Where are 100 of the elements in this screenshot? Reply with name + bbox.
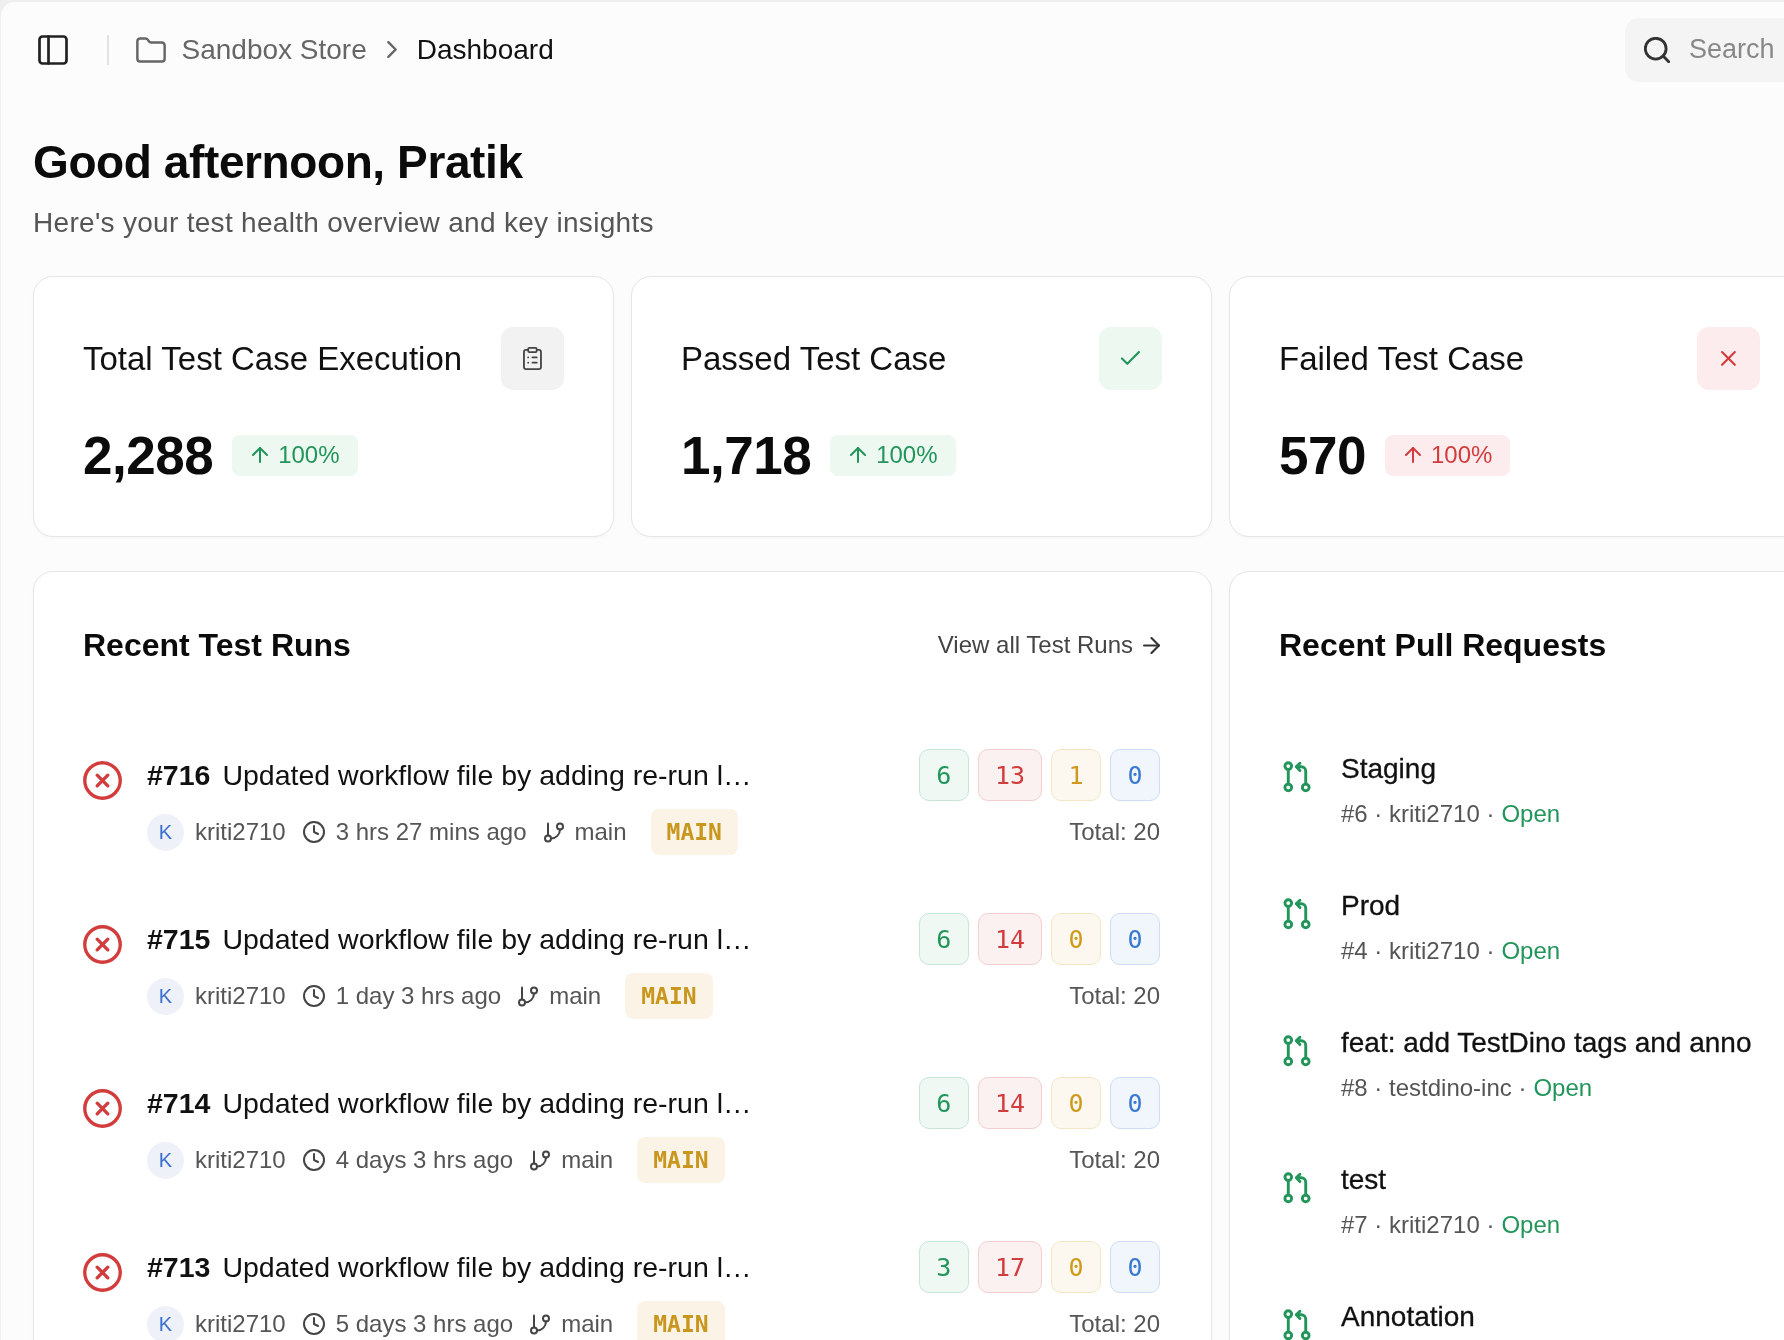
run-time: 3 hrs 27 mins ago <box>335 818 527 846</box>
environment-tag: MAIN <box>637 1137 725 1183</box>
count-badge: 0 <box>1051 913 1101 965</box>
run-title[interactable]: Updated workflow file by adding re-run l… <box>222 758 752 792</box>
count-badge: 6 <box>918 913 969 965</box>
pr-details: #6 · kriti2710 · <box>1341 799 1495 829</box>
author-name: kriti2710 <box>195 1146 286 1174</box>
change-percent: 100% <box>278 441 340 469</box>
arrow-right-icon <box>1143 636 1160 654</box>
stat-value: 570 <box>1279 424 1366 486</box>
clock-icon <box>302 1149 325 1171</box>
pr-details: #4 · kriti2710 · <box>1341 936 1495 966</box>
environment-tag: MAIN <box>650 809 738 855</box>
user-avatar: K <box>147 1141 184 1179</box>
branch-name: main <box>561 1146 614 1174</box>
pull-request-icon <box>1282 761 1312 793</box>
count-badge: 17 <box>977 1241 1042 1293</box>
count-badge: 0 <box>1051 1077 1101 1129</box>
branch-name: main <box>561 1310 614 1338</box>
change-percent: 100% <box>1430 441 1493 469</box>
search-field[interactable]: Search <box>1625 17 1784 82</box>
check-icon <box>1099 327 1162 390</box>
clipboard-icon <box>501 327 564 390</box>
count-badge: 6 <box>918 749 969 801</box>
run-total: Total: 20 <box>1069 982 1160 1010</box>
count-badge: 13 <box>977 749 1042 801</box>
pr-title[interactable]: Staging <box>1341 752 1784 786</box>
count-badge: 0 <box>1110 913 1160 965</box>
user-avatar: K <box>147 1305 184 1340</box>
run-title[interactable]: Updated workflow file by adding re-run l… <box>222 1086 752 1120</box>
count-badge: 1 <box>1051 749 1101 801</box>
branch-name: main <box>549 982 602 1010</box>
run-total: Total: 20 <box>1069 1146 1160 1174</box>
panel-title: Recent Test Runs <box>83 626 351 664</box>
run-total: Total: 20 <box>1069 1310 1160 1338</box>
pr-status: Open <box>1533 1073 1593 1103</box>
run-total: Total: 20 <box>1069 818 1160 846</box>
pr-status: Open <box>1501 799 1561 829</box>
clock-icon <box>302 1313 325 1335</box>
pull-request-icon <box>1282 898 1312 930</box>
git-branch-icon <box>530 1313 551 1335</box>
count-badge: 6 <box>918 1077 969 1129</box>
branch-name: main <box>574 818 627 846</box>
sidebar-icon <box>38 34 68 65</box>
folder-icon <box>135 36 166 63</box>
environment-tag: MAIN <box>625 973 713 1019</box>
count-badge: 0 <box>1051 1241 1101 1293</box>
view-all-link[interactable]: View all Test Runs <box>937 631 1160 659</box>
run-number[interactable]: #714 <box>147 1086 211 1120</box>
stat-value: 1,718 <box>681 424 812 486</box>
greeting-subtitle: Here's your test health overview and key insights <box>33 206 655 240</box>
pr-title[interactable]: Prod <box>1341 889 1784 923</box>
git-branch-icon <box>530 1149 551 1171</box>
pr-details: #8 · testdino-inc · <box>1341 1073 1527 1103</box>
search-icon <box>1644 36 1670 63</box>
count-badge: 0 <box>1110 1241 1160 1293</box>
count-badge: 14 <box>977 1077 1042 1129</box>
pr-title[interactable]: feat: add TestDino tags and anno <box>1341 1026 1784 1060</box>
pr-status: Open <box>1501 936 1561 966</box>
pr-status: Open <box>1501 1210 1561 1240</box>
pr-title[interactable]: test <box>1341 1163 1784 1197</box>
user-avatar: K <box>147 977 184 1015</box>
stat-title: Total Test Case Execution <box>83 339 463 378</box>
stat-value: 2,288 <box>83 424 214 486</box>
pull-request-icon <box>1282 1172 1312 1204</box>
pr-title[interactable]: Annotation <box>1341 1300 1784 1334</box>
clock-icon <box>302 985 325 1007</box>
git-branch-icon <box>543 821 564 843</box>
author-name: kriti2710 <box>195 818 286 846</box>
count-badge: 3 <box>918 1241 969 1293</box>
git-branch-icon <box>518 985 539 1007</box>
environment-tag: MAIN <box>637 1301 725 1340</box>
pull-request-icon <box>1282 1309 1312 1340</box>
author-name: kriti2710 <box>195 982 286 1010</box>
run-time: 5 days 3 hrs ago <box>335 1310 514 1338</box>
close-icon <box>1697 327 1760 390</box>
pull-request-icon <box>1282 1035 1312 1067</box>
run-time: 4 days 3 hrs ago <box>335 1146 514 1174</box>
breadcrumb-item: Dashboard <box>416 33 554 66</box>
user-avatar: K <box>147 813 184 851</box>
greeting-title: Good afternoon, Pratik <box>33 135 524 190</box>
change-percent: 100% <box>876 441 938 469</box>
sidebar-toggle-button[interactable] <box>38 34 68 65</box>
run-title[interactable]: Updated workflow file by adding re-run l… <box>222 1250 752 1284</box>
stat-title: Failed Test Case <box>1279 339 1525 378</box>
clock-icon <box>302 821 325 843</box>
count-badge: 0 <box>1110 1077 1160 1129</box>
count-badge: 14 <box>977 913 1042 965</box>
run-title[interactable]: Updated workflow file by adding re-run l… <box>222 922 752 956</box>
run-time: 1 day 3 hrs ago <box>335 982 502 1010</box>
pr-details: #7 · kriti2710 · <box>1341 1210 1495 1240</box>
stat-title: Passed Test Case <box>681 339 947 378</box>
panel-title: Recent Pull Requests <box>1279 626 1607 664</box>
author-name: kriti2710 <box>195 1310 286 1338</box>
count-badge: 0 <box>1110 749 1160 801</box>
run-number[interactable]: #715 <box>147 922 211 956</box>
chevron-right-icon <box>386 41 397 58</box>
run-number[interactable]: #713 <box>147 1250 211 1284</box>
breadcrumb-item[interactable]: Sandbox Store <box>181 33 367 66</box>
run-number[interactable]: #716 <box>147 758 211 792</box>
